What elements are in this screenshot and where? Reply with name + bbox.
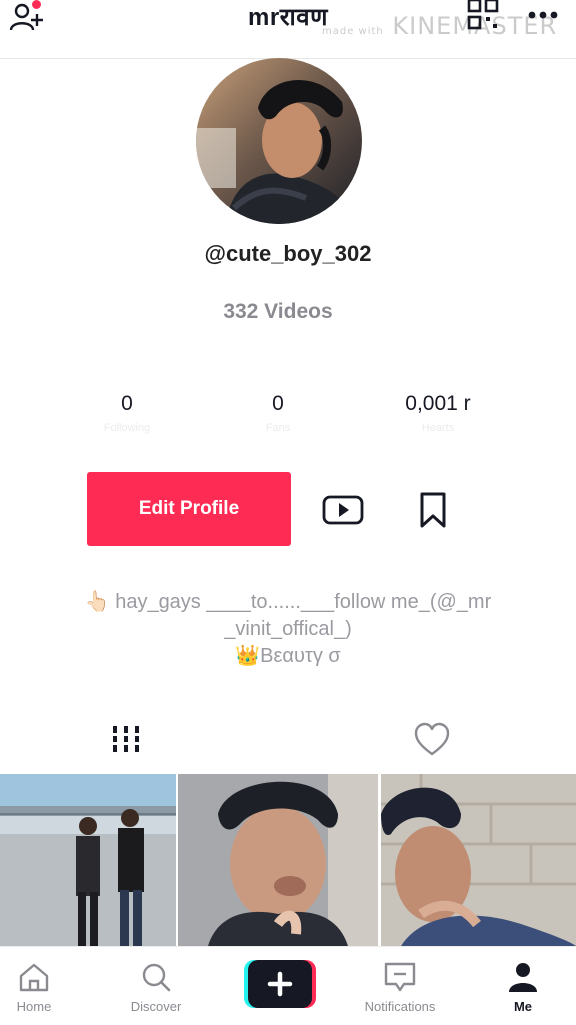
bio-line-1: 👆🏻 hay_gays ____to......___follow me_(@_… <box>84 591 492 613</box>
search-icon <box>142 963 171 992</box>
nav-discover-label: Discover <box>130 999 182 1014</box>
youtube-button[interactable] <box>318 488 368 532</box>
video-count: 332 Videos <box>223 300 333 323</box>
bio-line-3: 👑Bεαυτγ σ <box>235 645 341 667</box>
stat-following-value: 0 <box>121 392 133 415</box>
user-icon <box>509 963 537 992</box>
stat-following[interactable]: 0 Following <box>67 392 187 434</box>
tab-liked[interactable] <box>408 718 456 762</box>
stat-fans-label: Fans <box>265 422 291 434</box>
stat-fans[interactable]: 0 Fans <box>218 392 338 434</box>
plus-icon <box>244 960 316 1008</box>
bio-line-2: _vinit_offical_) <box>224 618 352 640</box>
create-video-button[interactable] <box>244 960 316 1008</box>
tab-videos[interactable] <box>104 718 148 762</box>
nav-home[interactable]: Home <box>0 947 84 1025</box>
username: @cute_boy_302 <box>204 241 372 266</box>
watermark: made with KINEMASTER <box>322 12 558 40</box>
message-icon <box>384 962 416 992</box>
bio: 👆🏻 hay_gays ____to......___follow me_(@_… <box>40 589 536 670</box>
favorites-button[interactable] <box>410 488 456 532</box>
more-icon <box>528 11 558 19</box>
video-thumbnail-1[interactable] <box>0 774 176 946</box>
more-options-button[interactable] <box>526 6 562 26</box>
nav-me[interactable]: Me <box>473 947 573 1025</box>
qr-code-icon <box>467 0 499 30</box>
watermark-small: made with <box>322 26 384 37</box>
avatar[interactable] <box>196 58 362 224</box>
heart-icon <box>414 722 450 756</box>
top-bar: mrरावण made with KINEMASTER <box>0 0 576 59</box>
video-thumbnail-3[interactable] <box>381 774 576 946</box>
nav-notifications[interactable]: Notifications <box>350 947 450 1025</box>
thumbnail-image <box>0 774 176 946</box>
nav-me-label: Me <box>513 999 533 1014</box>
stat-hearts-label: Hearts <box>421 422 455 434</box>
bookmark-icon <box>420 492 446 528</box>
youtube-icon <box>322 495 364 525</box>
stat-fans-value: 0 <box>272 392 284 415</box>
nav-home-label: Home <box>16 999 52 1014</box>
video-thumbnail-2[interactable] <box>178 774 378 946</box>
avatar-image <box>196 58 362 224</box>
nav-discover[interactable]: Discover <box>106 947 206 1025</box>
home-icon <box>19 963 49 992</box>
stat-following-label: Following <box>103 422 151 434</box>
thumbnail-image <box>381 774 576 946</box>
edit-profile-button[interactable]: Edit Profile <box>87 472 291 546</box>
grid-icon <box>111 726 141 752</box>
stat-hearts[interactable]: 0,001 r Hearts <box>378 392 498 434</box>
nav-notifications-label: Notifications <box>364 999 436 1014</box>
stat-hearts-value: 0,001 r <box>405 392 471 415</box>
qr-code-button[interactable] <box>466 0 502 34</box>
thumbnail-image <box>178 774 378 946</box>
